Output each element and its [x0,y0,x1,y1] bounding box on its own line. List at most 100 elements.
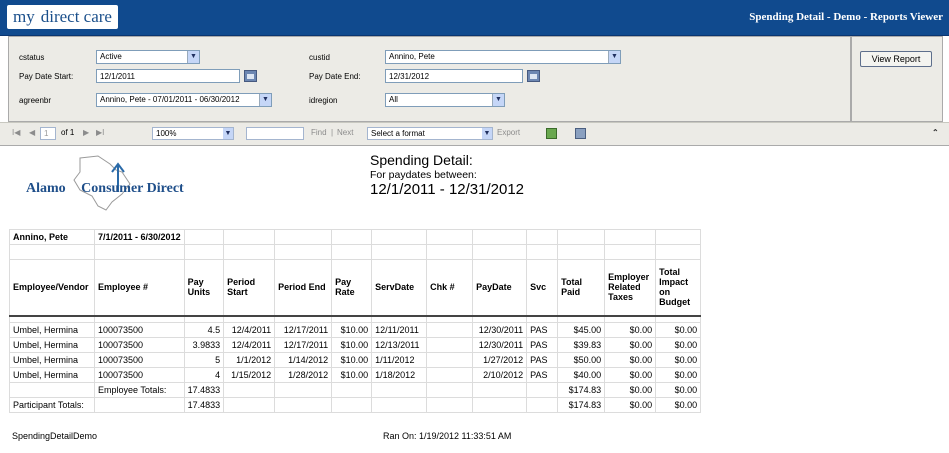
pay-date-end-input[interactable]: 12/31/2012 [385,69,523,83]
app-logo: my direct care [7,5,118,29]
calendar-icon[interactable] [527,70,540,82]
idregion-label: idregion [309,96,338,105]
calendar-icon[interactable] [244,70,257,82]
chevron-down-icon: ▼ [223,128,233,139]
cell-impact: $0.00 [655,336,702,353]
participant-totals-taxes: $0.00 [604,396,657,413]
cell-pay-units: 4.5 [183,321,225,338]
table-row: Umbel, Hermina 100073500 4.5 12/4/2011 1… [9,321,702,338]
cell-impact: $0.00 [655,321,702,338]
collapse-icon[interactable]: ⌃ [932,128,939,137]
report-logo-text: Alamo Consumer Direct [26,181,184,197]
cell-pay-date: 1/27/2012 [472,351,528,368]
cell-employee-number: 100073500 [94,351,185,368]
pay-date-start-input[interactable]: 12/1/2011 [96,69,240,83]
cell-period-start: 1/15/2012 [223,366,276,383]
previous-page-icon[interactable]: ◀ [29,128,35,137]
cell-employee-number: 100073500 [94,321,185,338]
find-next-link[interactable]: Next [337,128,353,137]
column-header: Pay Units [183,259,225,317]
first-page-icon[interactable]: I◀ [12,128,20,137]
agreement-period: 7/1/2011 - 6/30/2012 [94,229,185,245]
cell-employee-number: 100073500 [94,336,185,353]
column-header: Total Impact on Budget [655,259,702,317]
view-report-button[interactable]: View Report [860,51,932,67]
cell-employee: Umbel, Hermina [9,366,95,383]
cell-taxes: $0.00 [604,336,657,353]
custid-select[interactable]: Annino, Pete ▼ [385,50,621,64]
cell-employee: Umbel, Hermina [9,336,95,353]
employee-totals-taxes: $0.00 [604,381,657,398]
find-link[interactable]: Find [311,128,327,137]
agreenbr-value: Annino, Pete - 07/01/2011 - 06/30/2012 [100,95,240,104]
cell-pay-units: 3.9833 [183,336,225,353]
cell-chk [426,321,474,338]
report-name: SpendingDetailDemo [12,431,98,441]
export-format-value: Select a format [371,129,425,138]
next-page-icon[interactable]: ▶ [83,128,89,137]
cell-employee: Umbel, Hermina [9,351,95,368]
cell-pay-date: 2/10/2012 [472,366,528,383]
last-page-icon[interactable]: ▶I [96,128,104,137]
custid-label: custid [309,53,330,62]
chevron-down-icon: ▼ [482,128,492,139]
agreenbr-select[interactable]: Annino, Pete - 07/01/2011 - 06/30/2012 ▼ [96,93,272,107]
cell-impact: $0.00 [655,366,702,383]
column-header: Employee/Vendor [9,259,95,317]
cell-period-start: 1/1/2012 [223,351,276,368]
refresh-icon[interactable] [546,128,557,139]
cell-svc: PAS [526,321,559,338]
export-link[interactable]: Export [497,128,520,137]
column-header: Pay Rate [331,259,373,317]
cell-taxes: $0.00 [604,366,657,383]
page-count: of 1 [61,128,75,137]
column-header: Chk # [426,259,474,317]
page-number-input[interactable]: 1 [40,127,56,140]
cell-chk [426,351,474,368]
cstatus-select[interactable]: Active ▼ [96,50,200,64]
table-header-row: Employee/Vendor Employee # Pay Units Per… [9,259,702,317]
cell-total-paid: $39.83 [557,336,606,353]
app-header: my direct care Spending Detail - Demo - R… [0,0,949,36]
cell-serv-date: 1/11/2012 [371,351,428,368]
cell-pay-rate: $10.00 [331,336,373,353]
page-title: Spending Detail - Demo - Reports Viewer [749,11,943,23]
cstatus-value: Active [100,52,122,61]
cell-period-end: 12/17/2011 [274,336,333,353]
column-header: Employer Related Taxes [604,259,657,317]
participant-row: Annino, Pete 7/1/2011 - 6/30/2012 [9,229,702,245]
table-row: Umbel, Hermina 100073500 5 1/1/2012 1/14… [9,351,702,368]
participant-totals-label: Participant Totals: [9,396,95,413]
cell-svc: PAS [526,366,559,383]
column-header: PayDate [472,259,528,317]
report-title: Spending Detail: [370,152,473,168]
ran-on-timestamp: Ran On: 1/19/2012 11:33:51 AM [383,431,512,441]
cell-svc: PAS [526,351,559,368]
find-input[interactable] [246,127,304,140]
cell-total-paid: $45.00 [557,321,606,338]
zoom-select[interactable]: 100% ▼ [152,127,234,140]
employee-totals-label: Employee Totals: [94,381,185,398]
cell-taxes: $0.00 [604,351,657,368]
employee-totals-impact: $0.00 [655,381,702,398]
logo-direct-care: direct care [40,7,112,26]
participant-name: Annino, Pete [9,229,95,245]
cell-period-start: 12/4/2011 [223,321,276,338]
export-format-select[interactable]: Select a format ▼ [367,127,493,140]
cell-chk [426,366,474,383]
print-icon[interactable] [575,128,586,139]
column-header: Period End [274,259,333,317]
column-header: Period Start [223,259,276,317]
logo-alamo: Alamo [26,181,66,196]
logo-consumer-direct: Consumer Direct [81,181,184,196]
find-separator: | [331,128,334,137]
participant-totals-paid: $174.83 [557,396,606,413]
view-report-panel: View Report [851,36,943,122]
column-header: Svc [526,259,559,317]
cstatus-label: cstatus [19,53,45,62]
idregion-select[interactable]: All ▼ [385,93,505,107]
cell-pay-date: 12/30/2011 [472,321,528,338]
cell-employee: Umbel, Hermina [9,321,95,338]
table-row: Umbel, Hermina 100073500 4 1/15/2012 1/2… [9,366,702,383]
spending-detail-table: Annino, Pete 7/1/2011 - 6/30/2012 Employ… [9,229,702,413]
